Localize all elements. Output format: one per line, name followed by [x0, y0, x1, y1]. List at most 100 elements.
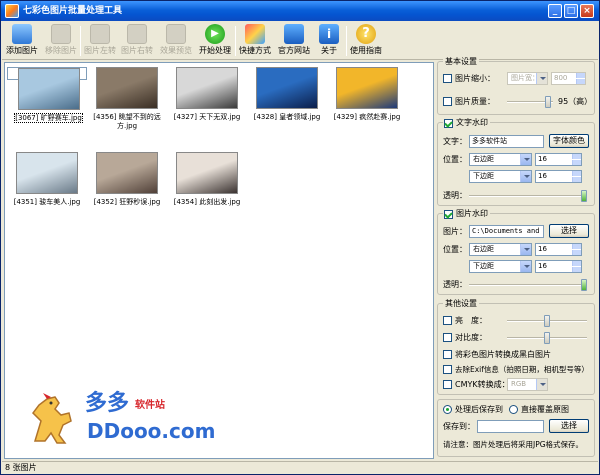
image-list[interactable]: 多多 软件站 DDooo.com [3067] 旷野赛车.jpg [4356] 眺…	[4, 62, 434, 459]
contrast-slider[interactable]	[507, 332, 587, 344]
window-title: 七彩色图片批量处理工具	[23, 6, 123, 16]
overwrite-radio-label: 直接覆盖原图	[521, 405, 569, 414]
logo-cn2-text: 软件站	[135, 400, 165, 411]
toolbar-button-remove-image[interactable]: 移除图片	[42, 23, 80, 59]
toolbar-button-preview[interactable]: 效果预览	[157, 23, 195, 59]
quality-slider-knob[interactable]	[545, 96, 551, 108]
text-opacity-slider[interactable]	[469, 190, 587, 202]
start-icon: ▶	[205, 24, 225, 44]
thumbnail-caption: [4351] 骏车美人.jpg	[13, 198, 81, 206]
contrast-label: 对比度：	[455, 333, 487, 342]
image-h-position-select[interactable]: 右边距	[469, 243, 532, 256]
toolbar-button-website[interactable]: 官方网站	[274, 23, 314, 59]
toolbar-button-label: 图片左转	[84, 46, 116, 55]
toolbar-button-label: 移除图片	[45, 46, 77, 55]
basic-settings-group: 基本设置 图片缩小： 图片宽： 800 图片质量： 95（高）	[437, 56, 595, 115]
maximize-button[interactable]: □	[564, 4, 578, 18]
brightness-label: 亮 度：	[455, 316, 487, 325]
save-to-radio[interactable]	[443, 405, 452, 414]
image-watermark-checkbox[interactable]	[444, 210, 453, 219]
toolbar-separator	[346, 26, 347, 56]
thumbnail-caption: [4352] 狂野秒误.jpg	[93, 198, 161, 206]
font-color-button[interactable]: 字体颜色	[549, 134, 589, 148]
text-opacity-slider-knob[interactable]	[581, 190, 587, 202]
brightness-slider[interactable]	[507, 315, 587, 327]
toolbar-button-help[interactable]: ? 使用指南	[347, 23, 385, 59]
image-opacity-slider[interactable]	[469, 279, 587, 291]
quality-label: 图片质量：	[455, 97, 495, 106]
status-text: 8 张图片	[5, 463, 37, 472]
contrast-slider-knob[interactable]	[544, 332, 550, 344]
text-h-offset-spinner[interactable]: 16	[535, 153, 582, 166]
thumbnail-image	[96, 67, 158, 109]
thumbnail-image	[96, 152, 158, 194]
text-watermark-group: 文字水印 文字： 多多软件站 字体颜色 位置： 右边距 16 下边距 16 透明…	[437, 117, 595, 206]
resize-mode-value: 图片宽：	[511, 74, 539, 82]
image-thumbnail[interactable]: [4328] 皇者领域.jpg	[247, 67, 327, 122]
image-thumbnail[interactable]: [4327] 天下无双.jpg	[167, 67, 247, 122]
quality-checkbox[interactable]	[443, 97, 452, 106]
other-settings-title: 其他设置	[443, 298, 479, 309]
choose-watermark-button[interactable]: 选择	[549, 224, 589, 238]
image-thumbnail[interactable]: [4351] 骏车美人.jpg	[7, 152, 87, 207]
cmyk-target-select[interactable]: RGB	[507, 378, 548, 391]
image-h-offset-spinner[interactable]: 16	[535, 243, 582, 256]
exif-checkbox[interactable]	[443, 365, 452, 374]
cmyk-label: CMYK转换成：	[455, 380, 510, 389]
thumbnail-caption: [4354] 此刻出发.jpg	[173, 198, 241, 206]
thumbnail-caption: [4356] 眺望不到的远方.jpg	[93, 113, 161, 130]
toolbar-button-add-image[interactable]: 添加图片	[3, 23, 41, 59]
toolbar-separator	[235, 26, 236, 56]
image-thumbnail[interactable]: [4356] 眺望不到的远方.jpg	[87, 67, 167, 131]
text-h-position-value: 右边距	[473, 155, 494, 163]
basic-settings-title: 基本设置	[443, 56, 479, 67]
resize-value: 800	[554, 74, 568, 82]
close-button[interactable]: ×	[580, 4, 594, 18]
choose-save-path-button[interactable]: 选择	[549, 419, 589, 433]
image-opacity-slider-knob[interactable]	[581, 279, 587, 291]
toolbar-button-label: 关于	[321, 46, 337, 55]
thumbnail-image	[336, 67, 398, 109]
toolbar-button-start[interactable]: ▶ 开始处理	[196, 23, 234, 59]
text-watermark-checkbox[interactable]	[444, 119, 453, 128]
image-thumbnail[interactable]: [3067] 旷野赛车.jpg	[7, 67, 87, 123]
image-v-offset-spinner[interactable]: 16	[535, 260, 582, 273]
brightness-slider-knob[interactable]	[544, 315, 550, 327]
save-note: 请注意：图片处理后将采用JPG格式保存。	[443, 440, 584, 449]
image-v-position-select[interactable]: 下边距	[469, 260, 532, 273]
text-v-offset-spinner[interactable]: 16	[535, 170, 582, 183]
text-v-position-select[interactable]: 下边距	[469, 170, 532, 183]
text-h-position-select[interactable]: 右边距	[469, 153, 532, 166]
quality-slider[interactable]	[507, 96, 553, 108]
title-bar[interactable]: 七彩色图片批量处理工具 _ □ ×	[1, 1, 599, 21]
text-input[interactable]: 多多软件站	[469, 135, 544, 148]
image-watermark-header: 图片水印	[443, 208, 490, 219]
cmyk-checkbox[interactable]	[443, 380, 452, 389]
toolbar-button-rotate-left[interactable]: 图片左转	[82, 23, 118, 59]
image-thumbnail[interactable]: [4354] 此刻出发.jpg	[167, 152, 247, 207]
minimize-button[interactable]: _	[548, 4, 562, 18]
image-thumbnail[interactable]: [4329] 疯然赴赛.jpg	[327, 67, 407, 122]
contrast-checkbox[interactable]	[443, 333, 452, 342]
thumbnail-caption: [4327] 天下无双.jpg	[173, 113, 241, 121]
save-to-radio-label: 处理后保存到	[455, 405, 503, 414]
toolbar-button-about[interactable]: i 关于	[315, 23, 343, 59]
grayscale-checkbox[interactable]	[443, 350, 452, 359]
save-path-input[interactable]	[477, 420, 544, 433]
image-path-input[interactable]: C:\Documents and S	[469, 225, 544, 238]
resize-mode-select[interactable]: 图片宽：	[507, 72, 548, 85]
image-opacity-label: 透明：	[443, 280, 467, 289]
image-thumbnail[interactable]: [4352] 狂野秒误.jpg	[87, 152, 167, 207]
resize-checkbox[interactable]	[443, 74, 452, 83]
resize-value-spinner[interactable]: 800	[551, 72, 586, 85]
toolbar-button-rotate-right[interactable]: 图片右转	[119, 23, 155, 59]
image-v-offset-value: 16	[538, 262, 547, 270]
remove-image-icon	[51, 24, 71, 44]
toolbar-button-shortcut[interactable]: 快捷方式	[238, 23, 272, 59]
horse-logo-icon	[32, 393, 72, 444]
image-h-offset-value: 16	[538, 245, 547, 253]
overwrite-radio[interactable]	[509, 405, 518, 414]
brightness-checkbox[interactable]	[443, 316, 452, 325]
thumbnail-caption: [3067] 旷野赛车.jpg	[14, 113, 83, 123]
toolbar-button-label: 添加图片	[6, 46, 38, 55]
